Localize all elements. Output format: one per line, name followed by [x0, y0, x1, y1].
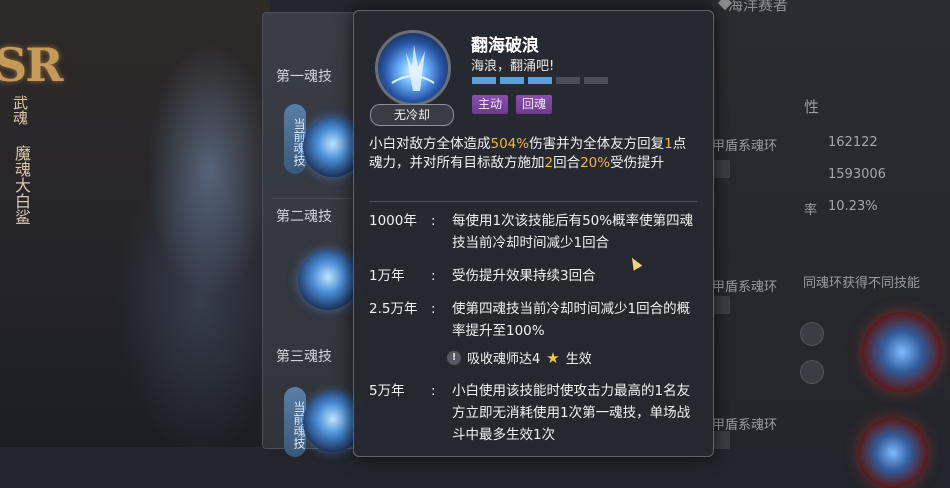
skill-name: 翻海破浪 — [471, 36, 539, 56]
tag-soul-recovery: 回魂 — [516, 95, 553, 114]
skill-slot-2-icon[interactable] — [298, 250, 358, 310]
attr-value-1: 162122 — [828, 135, 878, 150]
ring-type-label-2: 甲盾系魂环 — [712, 280, 778, 295]
level-colon: : — [431, 213, 436, 229]
ring-icon-2 — [712, 296, 730, 314]
level-pip — [472, 77, 496, 84]
ring-slot-icon[interactable] — [800, 360, 824, 384]
desc-highlight: 1 — [664, 136, 673, 152]
condition-suffix: 生效 — [565, 352, 592, 367]
divider — [369, 201, 697, 202]
skill-slot-1-title: 第一魂技 — [276, 69, 332, 85]
level-text: 使第四魂技当前冷却时间减少1回合的概率提升至100% — [452, 301, 691, 339]
level-pip — [556, 77, 580, 84]
level-row-10000: 1万年 : 受伤提升效果持续3回合 — [369, 265, 699, 287]
current-skill-tag-1: 当前魂技 — [284, 104, 306, 174]
level-key: 2.5万年 — [369, 301, 418, 317]
ring-notice: 同魂环获得不同技能 — [803, 276, 921, 291]
tag-active: 主动 — [472, 95, 509, 114]
desc-text: 小白对敌方全体造成 — [369, 136, 491, 152]
ring-slot-icon[interactable] — [800, 322, 824, 346]
level-key: 1000年 — [369, 213, 417, 229]
ring-icon — [712, 160, 730, 178]
hero-label-1: 武魂 — [11, 95, 29, 125]
attr-section-title: 性 — [804, 98, 820, 116]
skill-description: 小白对敌方全体造成504%伤害并为全体友方回复1点魂力，并对所有目标敌方施加2回… — [369, 135, 699, 173]
attr-label-3: 率 — [804, 203, 818, 218]
level-text: 小白使用该技能时使攻击力最高的1名友方立即无消耗使用1次第一魂技，单场战斗中最多… — [452, 383, 691, 443]
attr-value-3: 10.23% — [828, 199, 878, 214]
level-pip — [528, 77, 552, 84]
right-header: 海洋赛者 — [728, 0, 789, 14]
soul-ring-icon[interactable] — [862, 312, 942, 392]
level-row-50000: 5万年 : 小白使用该技能时使攻击力最高的1名友方立即无消耗使用1次第一魂技，单… — [369, 380, 699, 446]
attr-value-2: 1593006 — [828, 167, 886, 182]
info-icon: ! — [447, 350, 461, 365]
cooldown-badge: 无冷却 — [370, 104, 454, 126]
wave-skill-icon — [375, 30, 451, 106]
desc-highlight: 2 — [544, 155, 554, 171]
skill-slot-2-title: 第二魂技 — [276, 209, 332, 225]
skill-slot-3-title: 第三魂技 — [276, 349, 332, 365]
desc-highlight: 20% — [580, 155, 611, 171]
level-pip — [584, 77, 608, 84]
level-colon: : — [431, 383, 436, 399]
desc-text: 伤害并为全体友方回复 — [529, 136, 665, 152]
desc-text: 受伤提升 — [610, 155, 665, 171]
ring-icon-3 — [712, 431, 730, 449]
skill-quote: 海浪，翻涌吧! — [471, 59, 555, 74]
level-row-25000: 2.5万年 : 使第四魂技当前冷却时间减少1回合的概率提升至100% — [369, 298, 699, 342]
unlock-condition: ! 吸收魂师达4 ★ 生效 — [447, 348, 592, 367]
level-key: 1万年 — [369, 268, 405, 284]
level-text: 每使用1次该技能后有50%概率使第四魂技当前冷却时间减少1回合 — [452, 213, 694, 251]
divider — [272, 198, 352, 199]
level-colon: : — [431, 268, 436, 284]
level-key: 5万年 — [369, 383, 405, 399]
level-colon: : — [431, 301, 436, 317]
star-icon: ★ — [546, 348, 560, 367]
level-row-1000: 1000年 : 每使用1次该技能后有50%概率使第四魂技当前冷却时间减少1回合 — [369, 210, 699, 254]
attr-label-1: 甲盾系魂环 — [712, 139, 778, 154]
rank-badge: SR — [0, 38, 63, 92]
level-text: 受伤提升效果持续3回合 — [452, 268, 596, 284]
desc-text: 回合 — [553, 155, 581, 171]
hero-label-2: 魔魂大白鲨 — [12, 145, 31, 225]
skill-level-pips — [472, 77, 608, 84]
desc-highlight: 504% — [490, 136, 530, 152]
soul-ring-icon-2[interactable] — [858, 418, 928, 488]
level-pip — [500, 77, 524, 84]
condition-prefix: 吸收魂师达4 — [467, 352, 541, 367]
